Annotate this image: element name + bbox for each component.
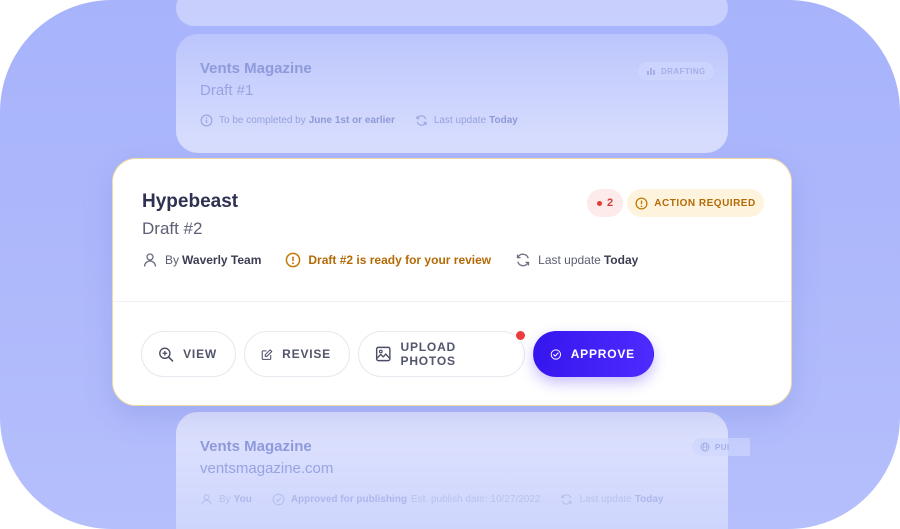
card-vents-draft1[interactable]: Vents Magazine Draft #1 DRAFTING To be c… [176,34,728,153]
author-info: By Waverly Team [142,252,261,268]
update-value: Today [489,115,518,126]
user-icon [143,253,157,267]
chart-icon [647,68,655,75]
status-badge-published: PUI [692,438,750,456]
card-meta: By Waverly Team Draft #2 is ready for yo… [142,252,638,268]
refresh-icon [562,494,572,505]
check-circle-icon [272,493,285,506]
count-value: 2 [606,197,614,209]
review-notice: Draft #2 is ready for your review [285,252,491,268]
author-prefix: By [219,494,231,505]
refresh-icon [416,115,427,126]
author-name: Waverly Team [182,253,262,267]
last-update: Last update Today [515,252,638,268]
badge-label: ACTION REQUIRED [654,197,756,209]
notification-dot [515,330,526,341]
info-icon [200,114,213,127]
status-badge-drafting: DRAFTING [638,62,714,80]
author-name: You [233,494,252,505]
card-actions: VIEW REVISE UPLOAD PHOTOS APPROVE [141,330,654,377]
author-prefix: By [165,253,180,267]
view-button[interactable]: VIEW [141,331,236,377]
card-title: Vents Magazine [200,438,312,455]
button-label: REVISE [282,347,331,361]
card-title: Hypebeast [142,191,239,212]
card-stub-top [176,0,728,26]
badge-label: PUI [715,442,730,452]
card-subtitle: Draft #2 [142,219,203,238]
update-value: Today [603,253,639,267]
alert-circle-icon [286,252,301,268]
upload-photos-button[interactable]: UPLOAD PHOTOS [358,330,526,377]
card-vents-published[interactable]: Vents Magazine ventsmagazine.com PUI By … [176,412,750,529]
card-meta: To be completed by June 1st or earlier L… [200,114,518,127]
action-required-badge: ACTION REQUIRED [627,189,764,217]
update-prefix: Last update [579,494,632,505]
refresh-icon [516,253,530,267]
due-value: June 1st or earlier [308,115,395,126]
image-icon [375,346,391,362]
globe-icon [700,442,710,452]
card-meta: By You Approved for publishing Est. publ… [200,493,663,506]
button-label: APPROVE [570,347,635,361]
approval-status: Approved for publishing [290,494,407,505]
user-icon [201,494,212,505]
red-dot-icon [596,200,602,206]
revise-button[interactable]: REVISE [244,331,350,377]
badge-label: DRAFTING [661,66,706,76]
divider [113,301,791,302]
notification-count-badge: 2 [587,189,623,217]
update-value: Today [634,494,664,505]
approve-button[interactable]: APPROVE [533,331,654,377]
check-circle-icon [550,348,562,360]
update-prefix: Last update [538,253,601,267]
due-prefix: To be completed by [219,115,306,126]
card-hypebeast-draft2[interactable]: Hypebeast Draft #2 2 ACTION REQUIRED By … [112,158,792,406]
card-subtitle: ventsmagazine.com [200,460,334,477]
zoom-in-icon [159,347,174,362]
app-background: Vents Magazine Draft #1 DRAFTING To be c… [0,0,900,529]
card-subtitle: Draft #1 [200,82,254,99]
alert-circle-icon [635,196,648,210]
button-label: VIEW [183,347,217,361]
notice-text: Draft #2 is ready for your review [308,253,492,267]
update-prefix: Last update [433,115,487,126]
edit-icon [261,348,273,360]
button-label: UPLOAD PHOTOS [400,340,456,368]
publish-date: Est. publish date: 10/27/2022 [410,494,541,505]
card-title: Vents Magazine [200,60,312,77]
